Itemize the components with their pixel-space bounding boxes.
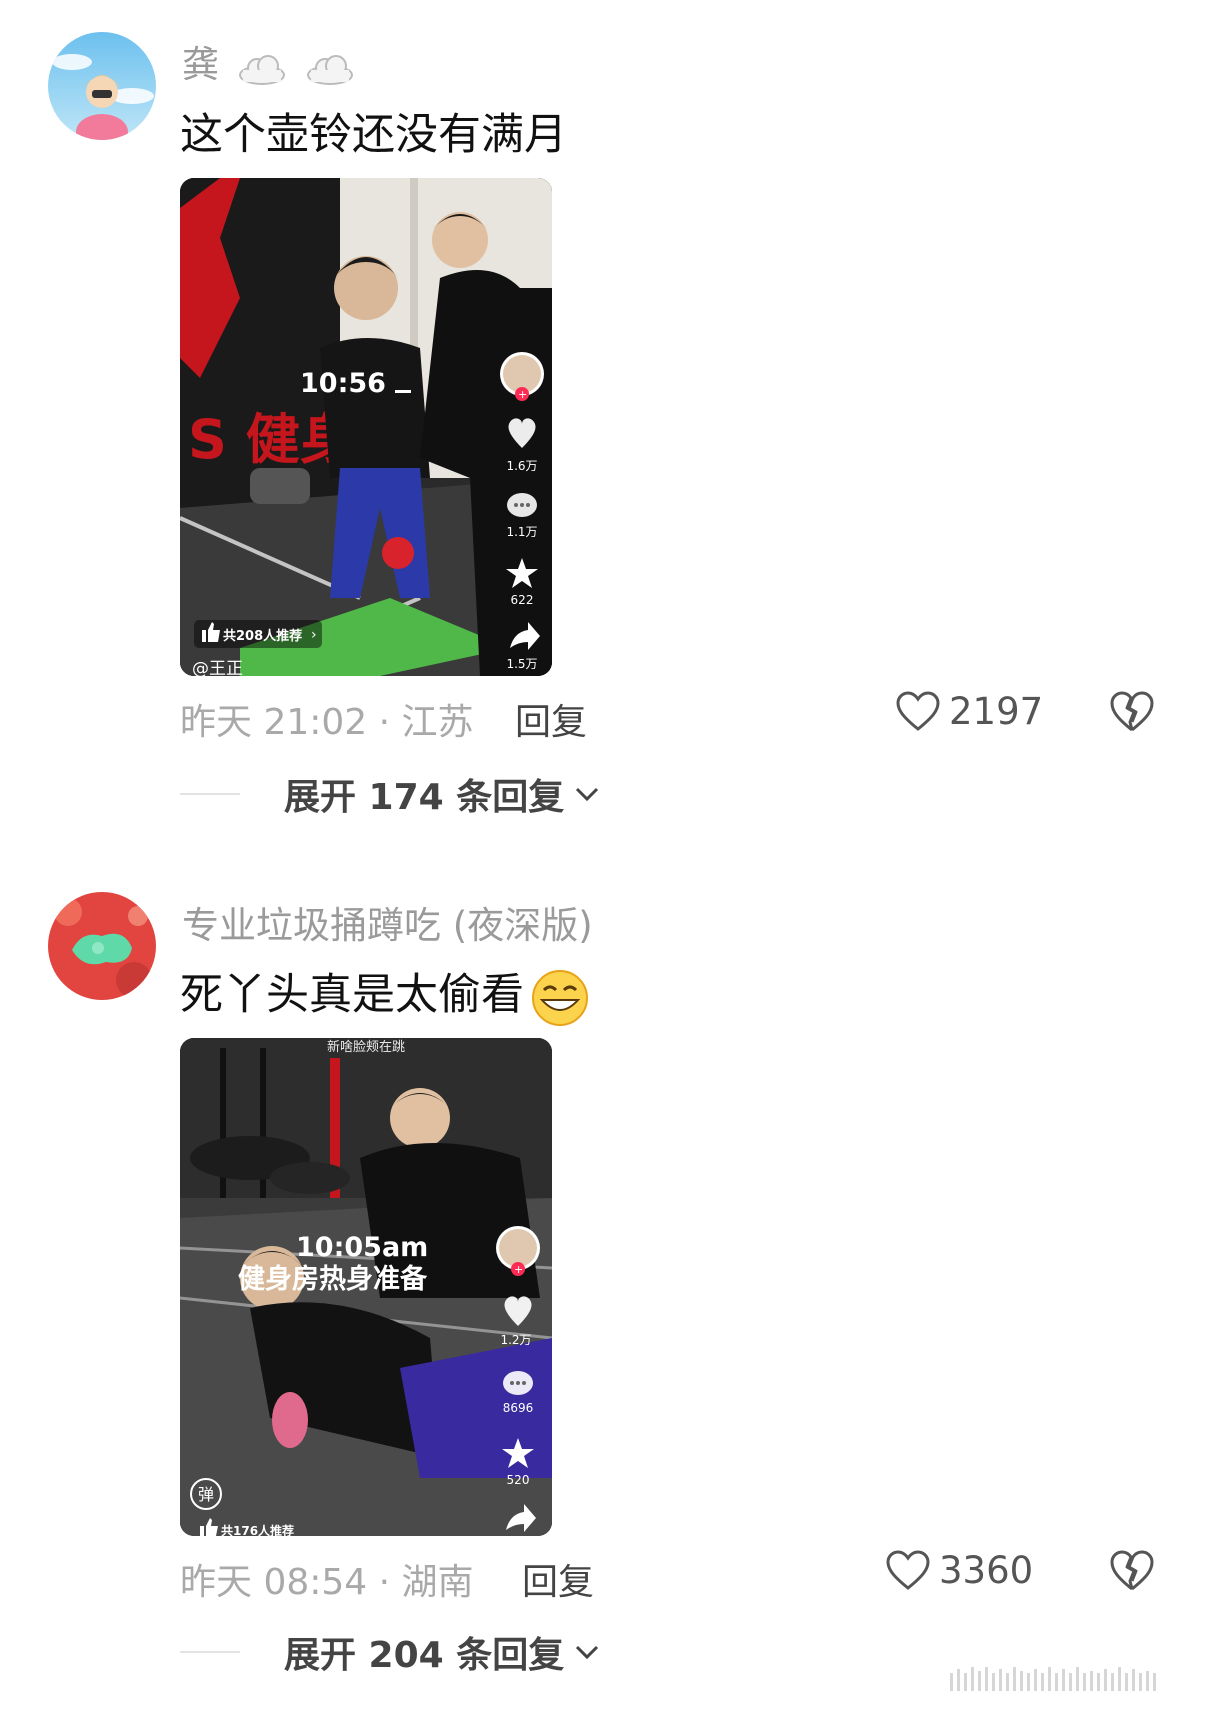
svg-text:›: › — [311, 627, 317, 643]
divider — [180, 1651, 240, 1653]
shares-count: 1.5万 — [506, 657, 537, 671]
comment-text: 死丫头真是太偷看 — [180, 960, 590, 1028]
svg-text:弹: 弹 — [198, 1485, 214, 1504]
avatar[interactable] — [48, 892, 156, 1000]
video-thumbnail[interactable]: 新啥脸颊在跳 10:05am 健身房热身准备 + 1.2万 8696 520 弹… — [180, 1038, 552, 1536]
svg-text:+: + — [518, 388, 527, 401]
comment-icon[interactable] — [503, 1371, 533, 1395]
username[interactable]: 龚 — [182, 34, 355, 88]
reply-button[interactable]: 回复 — [515, 693, 587, 745]
likes-count: 1.6万 — [506, 459, 537, 473]
broken-heart-icon[interactable] — [1109, 690, 1155, 734]
broken-heart-icon[interactable] — [1109, 1549, 1155, 1593]
reply-button[interactable]: 回复 — [522, 1553, 594, 1605]
like-count: 3360 — [939, 1549, 1034, 1592]
heart-icon — [886, 1549, 930, 1590]
comment-meta: 昨天 21:02 · 江苏 — [180, 702, 474, 743]
top-caption: 新啥脸颊在跳 — [327, 1039, 405, 1055]
cloud-emoji — [305, 51, 355, 85]
cloud-emoji — [237, 51, 287, 85]
stars-count: 622 — [511, 593, 534, 607]
avatar[interactable] — [48, 32, 156, 140]
grin-emoji — [530, 968, 590, 1028]
svg-text:+: + — [514, 1263, 523, 1276]
comment-text: 这个壶铃还没有满月 — [180, 110, 567, 160]
chevron-down-icon — [576, 1645, 599, 1660]
recommend-badge[interactable]: 共208人推荐 — [223, 628, 302, 644]
stars-count: 520 — [507, 1473, 530, 1487]
time-overlay: 10:56 — [300, 368, 386, 399]
heart-icon — [896, 690, 940, 731]
likes-count: 1.2万 — [500, 1333, 531, 1347]
username[interactable]: 专业垃圾捅蹲吃 (夜深版) — [182, 895, 593, 949]
like-button[interactable]: 3360 — [885, 1549, 1033, 1592]
expand-replies-button[interactable]: 展开 204 条回复 — [180, 1626, 600, 1678]
comment-meta: 昨天 08:54 · 湖南 — [180, 1562, 474, 1603]
like-button[interactable]: 2197 — [895, 690, 1043, 733]
divider — [180, 793, 240, 795]
comments-count: 1.1万 — [506, 525, 537, 539]
subtitle-overlay: 健身房热身准备 — [238, 1263, 428, 1295]
comment-icon[interactable] — [507, 493, 537, 517]
recommend-badge[interactable]: 共176人推荐 — [221, 1523, 294, 1536]
expand-replies-button[interactable]: 展开 174 条回复 — [180, 768, 600, 820]
chevron-down-icon — [576, 787, 599, 802]
time-overlay: 10:05am — [296, 1232, 428, 1263]
watermark-logo — [950, 1667, 1156, 1691]
video-thumbnail[interactable]: S 健身 10:56 + 1.6万 1.1万 622 1.5万 共208人推荐 … — [180, 178, 552, 676]
comments-count: 8696 — [503, 1401, 534, 1415]
author-handle: @王正 — [192, 659, 243, 676]
like-count: 2197 — [949, 690, 1044, 733]
